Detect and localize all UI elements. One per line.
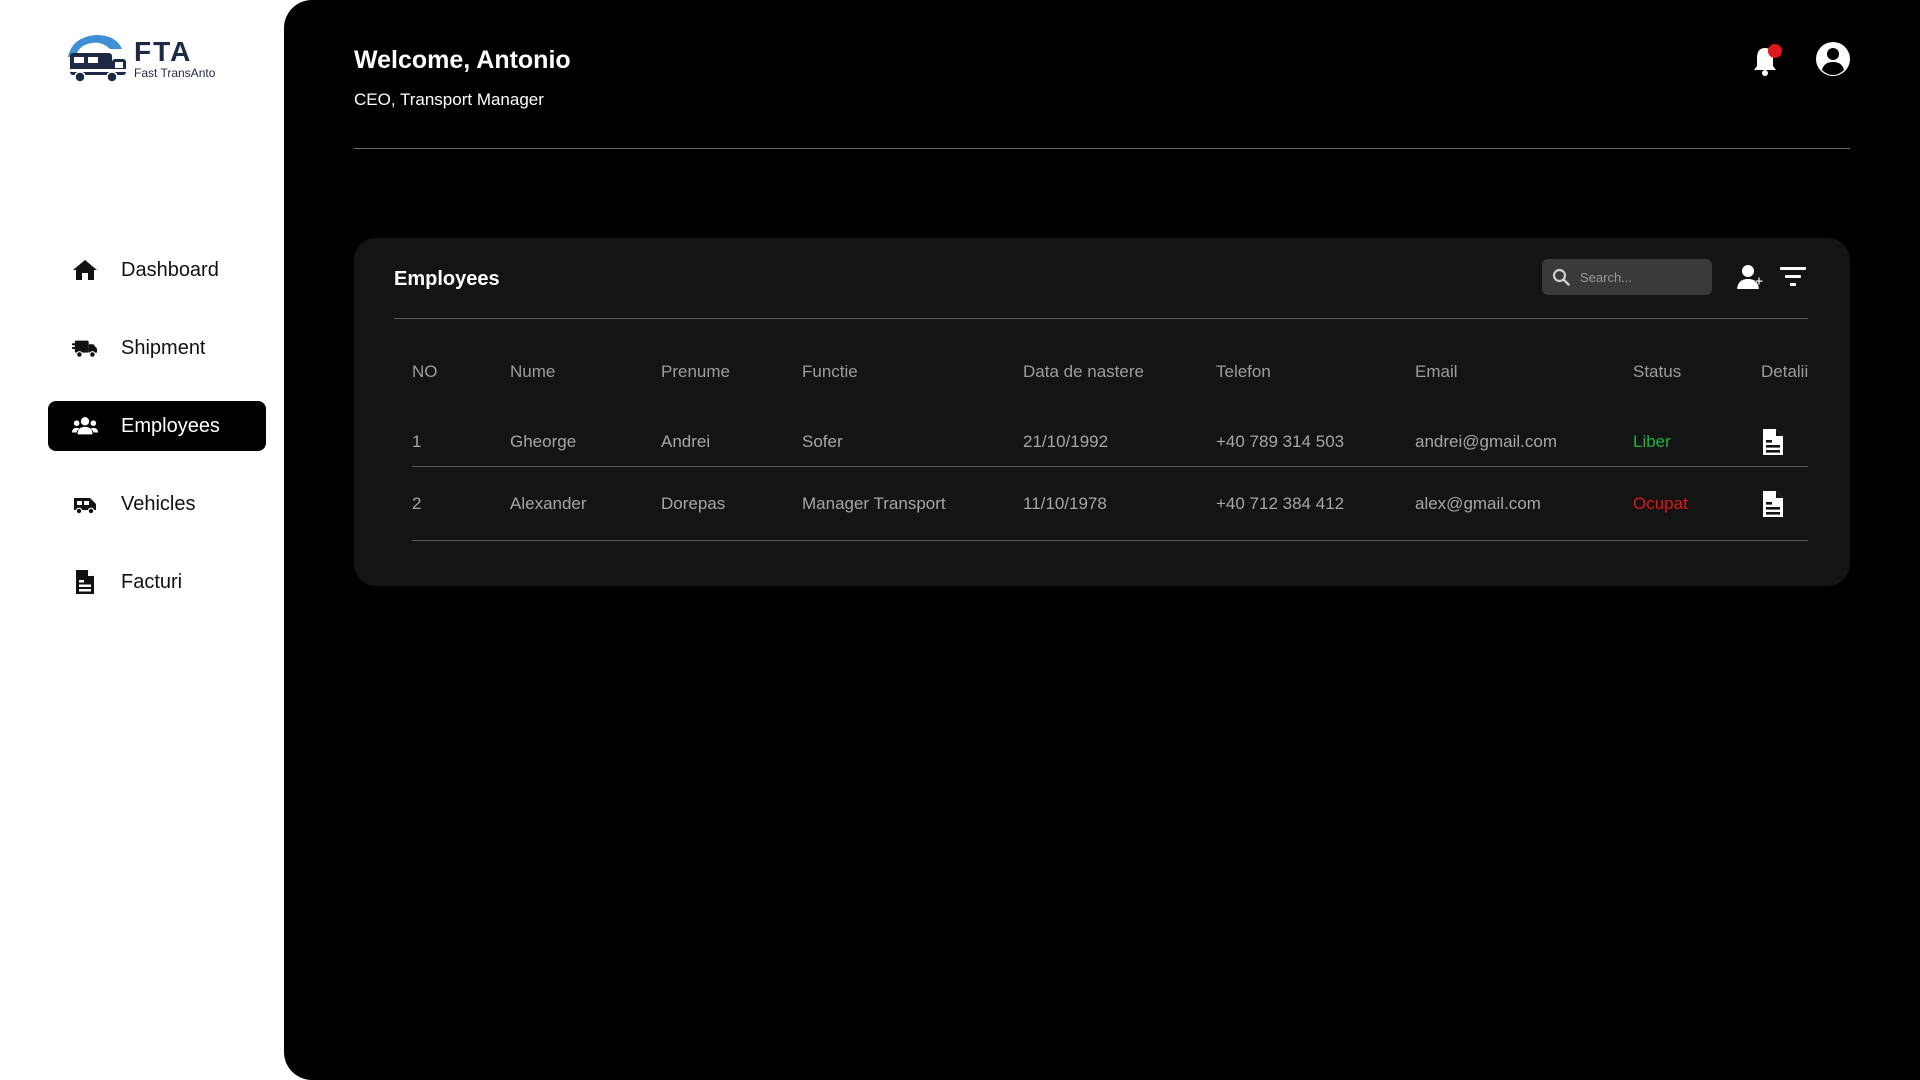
employees-title: Employees xyxy=(394,268,500,290)
cell-data-nastere: 11/10/1978 xyxy=(1023,494,1107,513)
cell-data-nastere: 21/10/1992 xyxy=(1023,432,1109,451)
document-details-icon[interactable] xyxy=(1761,428,1785,456)
users-icon xyxy=(72,413,98,439)
sidebar-item-label: Employees xyxy=(121,414,220,437)
logo[interactable]: FTA Fast TransAnto xyxy=(62,30,242,88)
sidebar-nav: Dashboard Shipment Employees Vehicles Fa… xyxy=(48,245,266,635)
sidebar: FTA Fast TransAnto Dashboard Shipment Em… xyxy=(0,0,284,1080)
header-divider xyxy=(354,148,1850,149)
sidebar-item-label: Dashboard xyxy=(121,258,219,281)
column-header-data-nastere: Data de nastere xyxy=(1023,362,1144,381)
invoice-icon xyxy=(72,569,98,595)
add-user-icon[interactable] xyxy=(1736,263,1764,291)
column-header-status: Status xyxy=(1633,362,1682,381)
sidebar-item-employees[interactable]: Employees xyxy=(48,401,266,451)
user-role: CEO, Transport Manager xyxy=(354,90,544,109)
card-divider xyxy=(394,318,1808,319)
sidebar-item-vehicles[interactable]: Vehicles xyxy=(48,479,266,529)
notification-badge xyxy=(1768,44,1782,58)
main-panel: Welcome, Antonio CEO, Transport Manager … xyxy=(284,0,1920,1080)
row-divider xyxy=(412,540,1808,541)
cell-no: 1 xyxy=(412,432,422,451)
cell-nume: Alexander xyxy=(510,494,587,513)
sidebar-item-facturi[interactable]: Facturi xyxy=(48,557,266,607)
cell-telefon: +40 789 314 503 xyxy=(1216,432,1345,451)
truck-icon xyxy=(72,335,98,361)
cell-email: andrei@gmail.com xyxy=(1415,432,1557,451)
status-badge: Liber xyxy=(1633,432,1671,451)
employees-card: Employees NO Nume Prenume Functie xyxy=(354,238,1850,586)
sidebar-item-dashboard[interactable]: Dashboard xyxy=(48,245,266,295)
truck-logo-icon xyxy=(68,35,126,83)
sidebar-item-label: Vehicles xyxy=(121,492,196,515)
document-details-icon[interactable] xyxy=(1761,490,1785,518)
column-header-functie: Functie xyxy=(802,362,858,381)
cell-no: 2 xyxy=(412,494,422,513)
status-badge: Ocupat xyxy=(1633,494,1688,513)
home-icon xyxy=(72,257,98,283)
column-header-telefon: Telefon xyxy=(1216,362,1271,381)
filter-icon[interactable] xyxy=(1778,263,1808,291)
cell-prenume: Andrei xyxy=(661,432,711,451)
cell-functie: Sofer xyxy=(802,432,843,451)
welcome-title: Welcome, Antonio xyxy=(354,46,571,74)
cell-email: alex@gmail.com xyxy=(1415,494,1541,513)
logo-name: Fast TransAnto xyxy=(134,66,216,80)
column-header-nume: Nume xyxy=(510,362,556,381)
sidebar-item-label: Facturi xyxy=(121,570,183,593)
sidebar-item-shipment[interactable]: Shipment xyxy=(48,323,266,373)
column-header-email: Email xyxy=(1415,362,1458,381)
column-header-prenume: Prenume xyxy=(661,362,730,381)
cell-functie: Manager Transport xyxy=(802,494,946,513)
van-icon xyxy=(72,491,98,517)
logo-abbreviation: FTA xyxy=(134,36,193,67)
column-header-detalii: Detalii xyxy=(1761,362,1809,381)
column-header-no: NO xyxy=(412,362,438,381)
cell-nume: Gheorge xyxy=(510,432,577,451)
search-input[interactable] xyxy=(1580,269,1700,285)
cell-telefon: +40 712 384 412 xyxy=(1216,494,1345,513)
search-box[interactable] xyxy=(1542,259,1712,295)
search-icon xyxy=(1552,268,1570,286)
sidebar-item-label: Shipment xyxy=(121,336,206,359)
cell-prenume: Dorepas xyxy=(661,494,726,513)
row-divider xyxy=(412,466,1808,467)
user-circle-icon[interactable] xyxy=(1814,40,1852,78)
